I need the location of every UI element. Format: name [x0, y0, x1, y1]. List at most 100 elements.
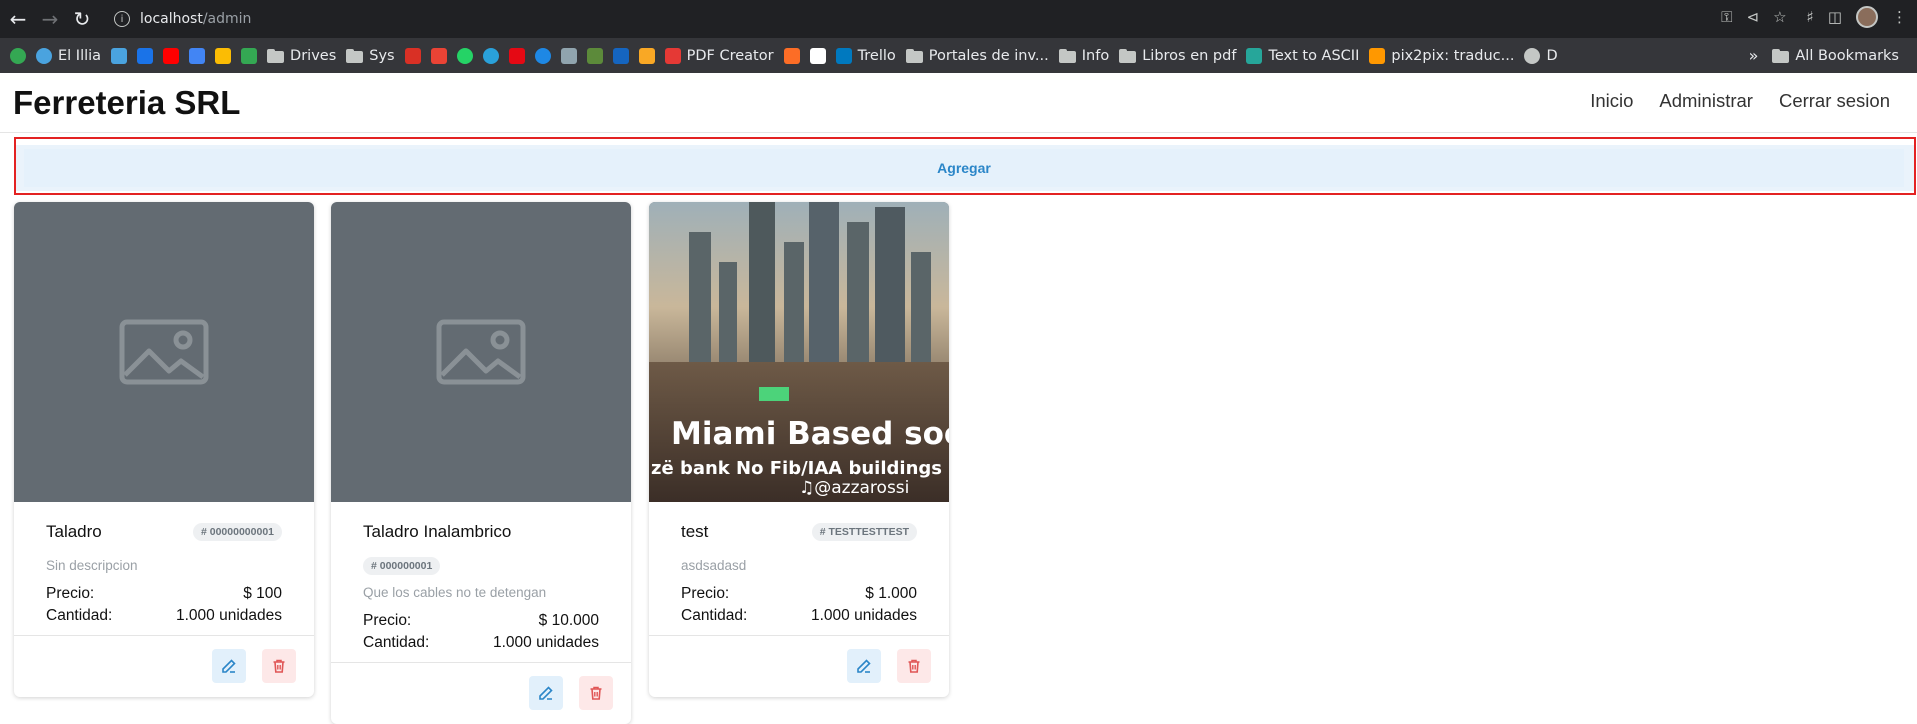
bookmark-item[interactable]	[783, 47, 800, 64]
browser-toolbar: ← → ↻ i localhost/admin ⚿ ⊲ ☆ ♯ ◫ ⋮	[0, 0, 1917, 38]
netflix-icon	[508, 47, 525, 64]
folder-icon	[267, 48, 285, 63]
side-panel-icon[interactable]: ◫	[1828, 8, 1842, 26]
bookmark-item[interactable]	[586, 47, 603, 64]
bookmark-item[interactable]	[482, 47, 499, 64]
price-value: $ 100	[243, 585, 282, 602]
bookmark-item[interactable]	[404, 47, 421, 64]
bookmark-item[interactable]	[111, 47, 128, 64]
image-icon	[638, 47, 655, 64]
edit-button[interactable]	[847, 649, 881, 683]
reload-icon[interactable]: ↻	[68, 5, 96, 33]
product-image-placeholder	[331, 202, 631, 502]
trash-icon	[590, 686, 602, 700]
pix2pix-icon	[1369, 47, 1386, 64]
browser-actions: ⚿ ⊲ ☆ ♯ ◫ ⋮	[1721, 6, 1907, 28]
top-nav: Inicio Administrar Cerrar sesion	[1590, 90, 1890, 112]
bookmark-item[interactable]	[638, 47, 655, 64]
page: Ferreteria SRL Inicio Administrar Cerrar…	[0, 73, 1917, 724]
trash-icon	[908, 659, 920, 673]
ascii-icon	[1246, 47, 1263, 64]
bookmarks-bar: El Illia Drives Sys PDF Creator Trello Portal…	[0, 38, 1917, 73]
price-row: Precio: $ 10.000	[363, 612, 599, 630]
notes-icon	[586, 47, 603, 64]
card-body: Taladro # 00000000001 Sin descripcion Pr…	[14, 502, 314, 635]
edit-icon	[857, 659, 871, 673]
folder-icon	[1772, 48, 1790, 63]
gitlab-icon	[783, 47, 800, 64]
cup-icon	[612, 47, 629, 64]
tiktok-handle: ♫@azzarossi	[799, 478, 910, 498]
bookmark-item[interactable]	[215, 47, 232, 64]
chevron-right-icon[interactable]: »	[1749, 46, 1759, 65]
bookmark-item[interactable]: D	[1524, 47, 1558, 64]
edit-icon	[222, 659, 236, 673]
product-title: test	[681, 522, 709, 541]
bookmark-item[interactable]	[137, 47, 154, 64]
bookmark-item[interactable]: El Illia	[36, 47, 101, 64]
bookmark-item[interactable]	[809, 47, 826, 64]
bookmark-item[interactable]: Info	[1058, 48, 1109, 64]
product-title: Taladro	[46, 522, 102, 541]
bookmark-item[interactable]	[163, 47, 180, 64]
edit-button[interactable]	[212, 649, 246, 683]
nav-inicio[interactable]: Inicio	[1590, 90, 1633, 112]
share-icon[interactable]: ⊲	[1747, 8, 1760, 26]
bookmark-item[interactable]	[560, 47, 577, 64]
quantity-value: 1.000 unidades	[175, 607, 282, 624]
folder-icon	[1058, 48, 1076, 63]
price-label: Precio:	[681, 585, 730, 602]
trash-icon	[273, 659, 285, 673]
edit-button[interactable]	[529, 676, 563, 710]
highlight-outline	[14, 137, 1916, 195]
profile-avatar[interactable]	[1856, 6, 1878, 28]
forward-icon[interactable]: →	[36, 5, 64, 33]
bookmark-item[interactable]: Trello	[835, 47, 896, 64]
bookmark-item[interactable]	[10, 47, 26, 64]
quantity-label: Cantidad:	[681, 607, 748, 624]
bookmark-item[interactable]	[189, 47, 206, 64]
bookmark-item[interactable]: Text to ASCII	[1246, 47, 1359, 64]
bookmark-item[interactable]: Drives	[267, 48, 336, 64]
delete-button[interactable]	[579, 676, 613, 710]
brand-title[interactable]: Ferreteria SRL	[13, 84, 240, 122]
bookmark-item[interactable]: Portales de inv...	[905, 48, 1049, 64]
nav-administrar[interactable]: Administrar	[1659, 90, 1753, 112]
menu-icon[interactable]: ⋮	[1892, 8, 1907, 26]
bookmark-item[interactable]	[534, 47, 551, 64]
product-description: asdsadasd	[681, 558, 747, 573]
key-icon[interactable]: ⚿	[1721, 8, 1732, 26]
bookmark-item[interactable]: Sys	[346, 48, 395, 64]
address-bar[interactable]: i localhost/admin	[106, 4, 1716, 34]
bookmark-item[interactable]	[241, 47, 258, 64]
bookmark-item[interactable]: pix2pix: traduc...	[1369, 47, 1514, 64]
delete-button[interactable]	[897, 649, 931, 683]
bookmark-star-icon[interactable]: ☆	[1773, 8, 1786, 26]
delete-button[interactable]	[262, 649, 296, 683]
star-icon	[404, 47, 421, 64]
extensions-icon[interactable]: ♯	[1807, 8, 1814, 26]
bookmark-item[interactable]	[612, 47, 629, 64]
site-info-icon[interactable]: i	[114, 11, 130, 27]
price-value: $ 1.000	[865, 585, 917, 602]
all-bookmarks-folder[interactable]: All Bookmarks	[1772, 48, 1899, 64]
product-card: Taladro # 00000000001 Sin descripcion Pr…	[14, 202, 314, 697]
whatsapp-icon	[456, 47, 473, 64]
bookmark-item[interactable]	[508, 47, 525, 64]
back-icon[interactable]: ←	[4, 5, 32, 33]
price-row: Precio: $ 1.000	[681, 585, 917, 603]
nav-cerrar-sesion[interactable]: Cerrar sesion	[1779, 90, 1890, 112]
windows-icon	[111, 47, 128, 64]
product-image-placeholder	[14, 202, 314, 502]
bookmark-item[interactable]: Libros en pdf	[1119, 48, 1236, 64]
card-footer	[14, 635, 314, 697]
bookmark-item[interactable]	[456, 47, 473, 64]
green-circle-icon	[10, 47, 26, 64]
bookmark-item[interactable]: PDF Creator	[664, 47, 774, 64]
drive-icon	[241, 47, 258, 64]
quantity-value: 1.000 unidades	[492, 634, 599, 651]
bookmark-item[interactable]	[430, 47, 447, 64]
price-label: Precio:	[46, 585, 95, 602]
x-icon	[809, 47, 826, 64]
product-description: Que los cables no te detengan	[363, 585, 547, 600]
